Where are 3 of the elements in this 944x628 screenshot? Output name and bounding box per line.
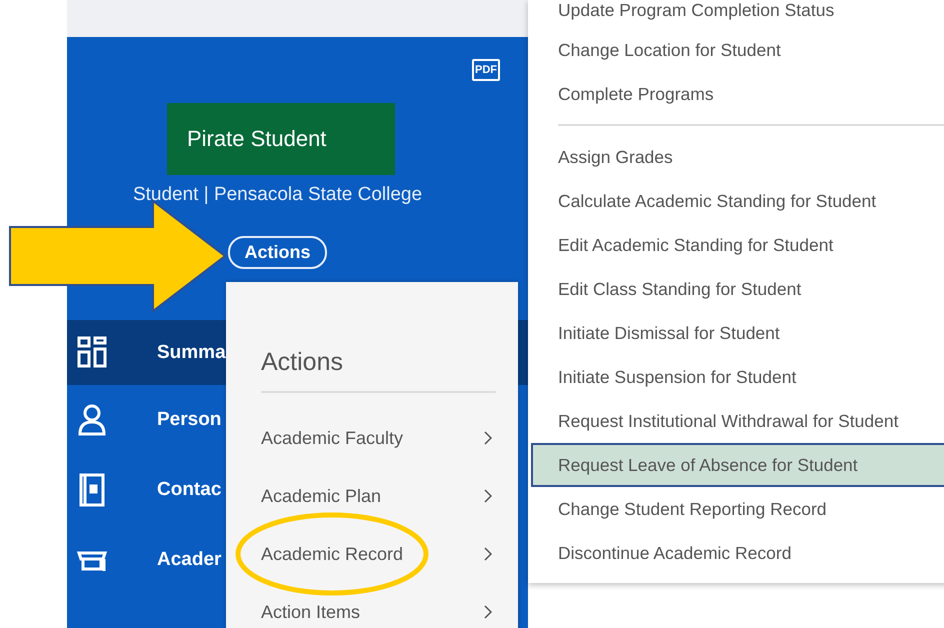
menu-title: Actions [261,348,496,393]
profile-subtitle: Student | Pensacola State College [132,184,422,206]
annotation-label: Pirate Student [167,103,395,175]
